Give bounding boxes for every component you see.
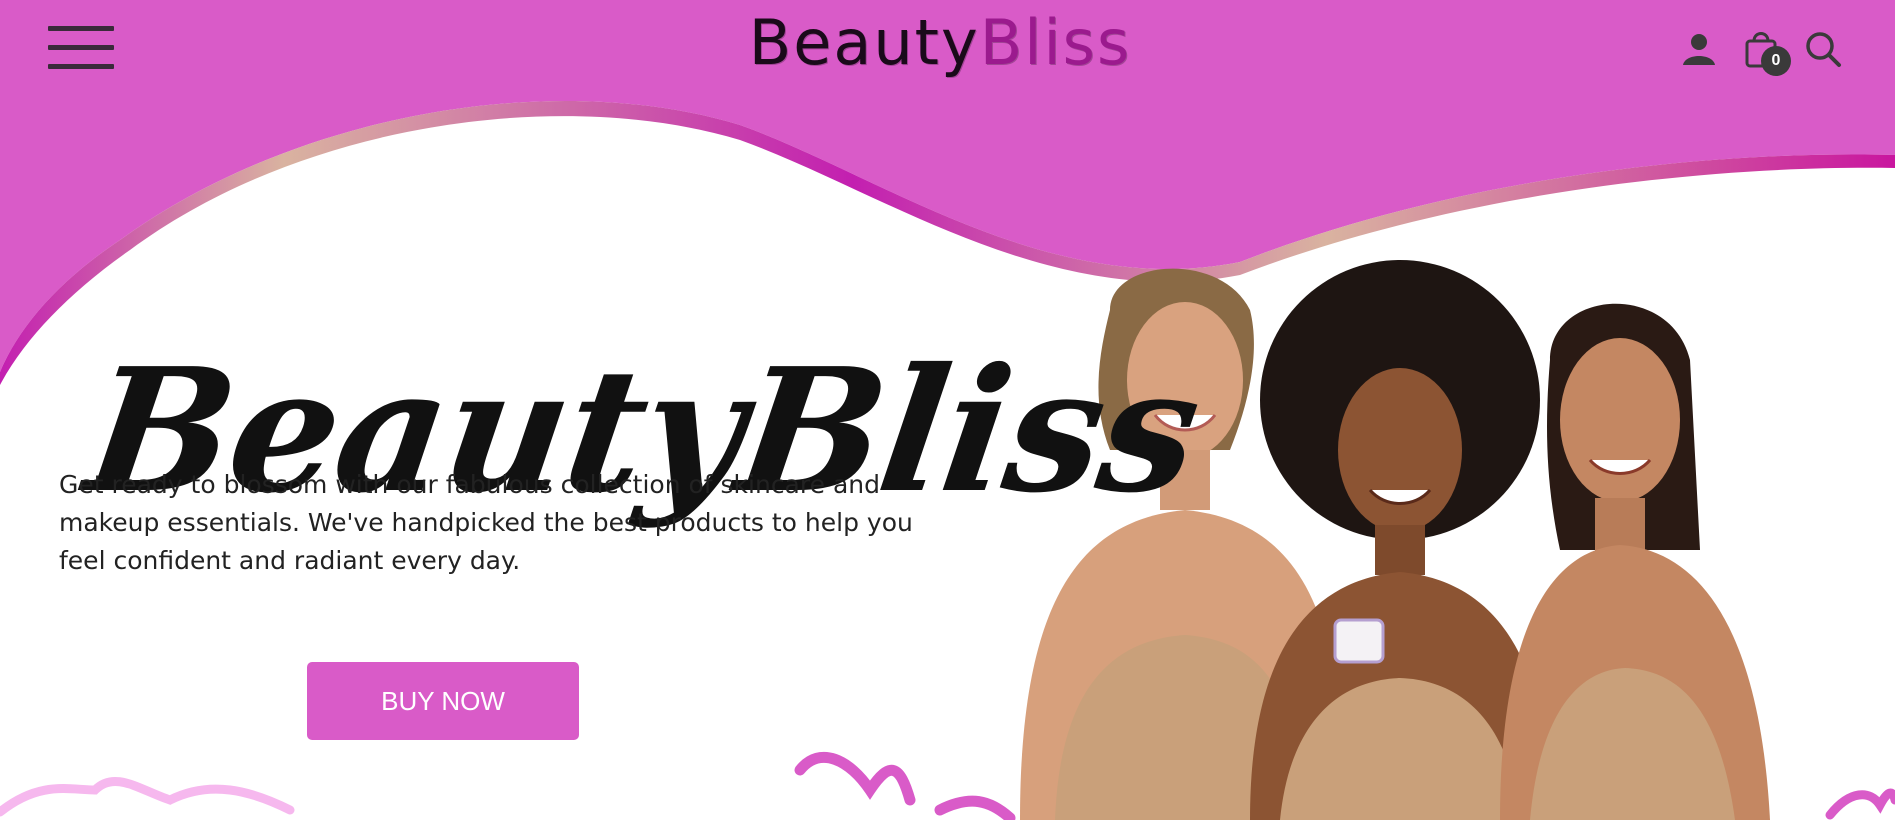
- search-icon[interactable]: [1803, 28, 1843, 70]
- cart-count-badge: 0: [1761, 46, 1791, 76]
- logo-accent-text: Bliss: [979, 6, 1132, 79]
- site-header: BeautyBliss 0: [0, 0, 1895, 110]
- logo-main-text: Beauty: [748, 6, 980, 79]
- hero-description: Get ready to blossom with our fabulous c…: [59, 470, 913, 575]
- header-actions: 0: [1679, 24, 1843, 76]
- ribbon-left: [0, 776, 295, 817]
- shopping-bag-icon[interactable]: 0: [1741, 28, 1791, 76]
- buy-now-button[interactable]: BUY NOW: [307, 662, 579, 740]
- user-icon[interactable]: [1679, 28, 1719, 70]
- site-logo[interactable]: BeautyBliss: [710, 6, 1170, 79]
- model-right: [1500, 303, 1770, 820]
- menu-icon[interactable]: [48, 26, 114, 72]
